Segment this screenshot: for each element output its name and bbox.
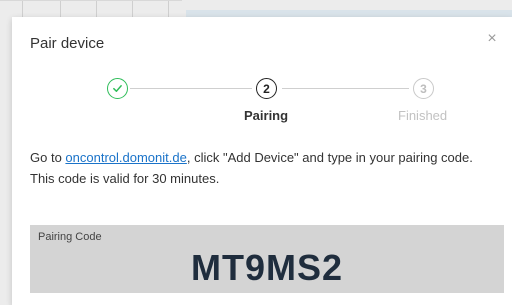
step-3-pending: 3 <box>413 78 434 99</box>
pairing-instructions: Go to oncontrol.domonit.de, click "Add D… <box>30 147 510 189</box>
step-connector <box>282 88 409 89</box>
close-icon[interactable]: × <box>484 31 500 47</box>
step-2-active: 2 <box>256 78 277 99</box>
code-validity-note: This code is valid for 30 minutes. <box>30 171 220 186</box>
instruction-prefix: Go to <box>30 150 66 165</box>
pairing-code-box: Pairing Code MT9MS2 <box>30 225 504 293</box>
check-icon <box>113 85 122 92</box>
step-1-completed <box>107 78 128 99</box>
pairing-code-label: Pairing Code <box>38 231 102 243</box>
pair-device-dialog: Pair device × 2 Pairing 3 Finished Go to… <box>12 17 512 305</box>
step-2-label: Pairing <box>244 108 289 123</box>
pairing-code-value: MT9MS2 <box>190 247 344 288</box>
dialog-title: Pair device <box>30 35 105 52</box>
step-3-label: Finished <box>398 108 448 123</box>
instruction-suffix: , click "Add Device" and type in your pa… <box>186 150 473 165</box>
step-connector <box>130 88 252 89</box>
stepper: 2 Pairing 3 Finished <box>12 75 512 125</box>
oncontrol-link[interactable]: oncontrol.domonit.de <box>65 150 186 165</box>
